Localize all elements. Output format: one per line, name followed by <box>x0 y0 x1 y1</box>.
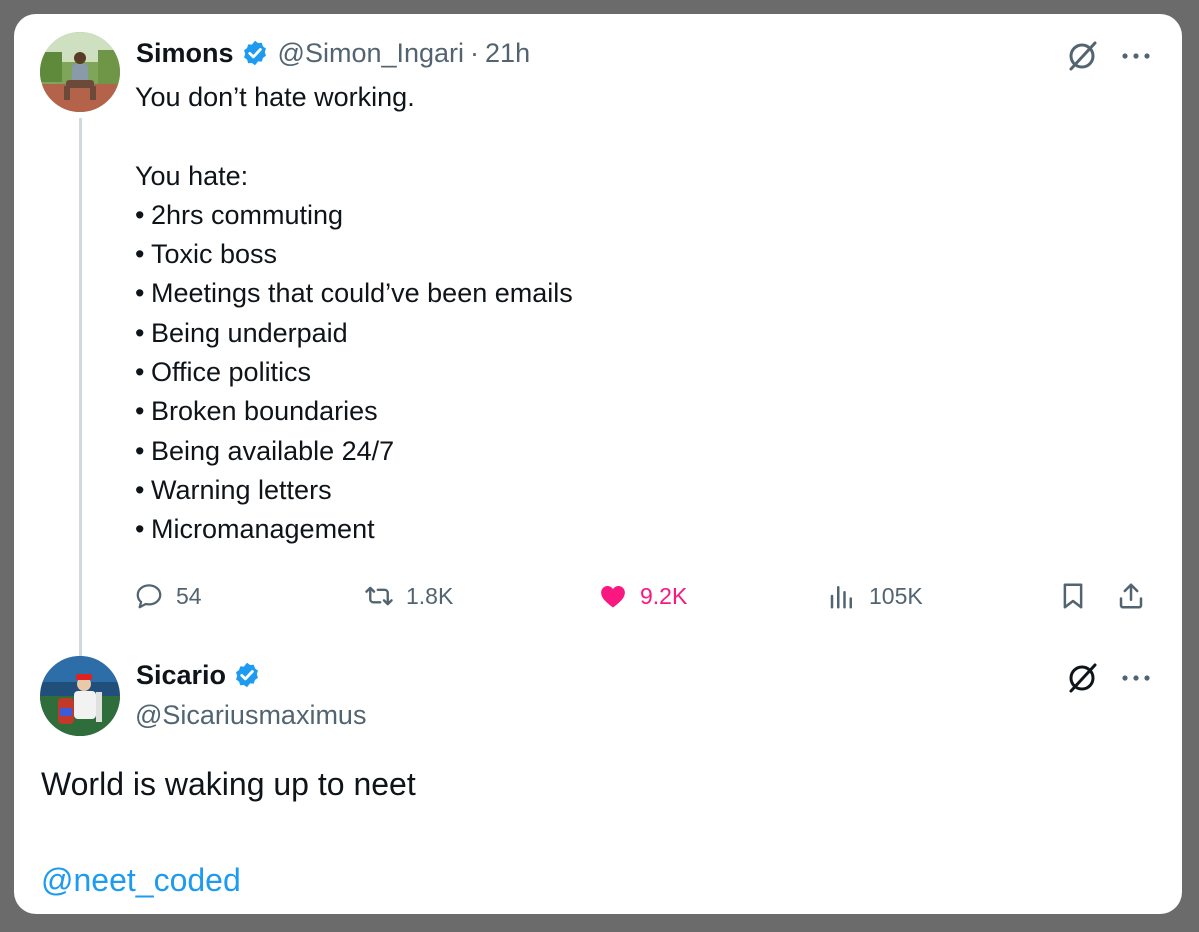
more-icon[interactable] <box>1116 36 1156 76</box>
tweet-header: Sicario <box>136 656 261 694</box>
tweet-card: Simons @Simon_Ingari · 21h You don’t hat… <box>14 14 1182 914</box>
avatar[interactable] <box>40 32 120 112</box>
reply-button[interactable]: 54 <box>134 576 202 616</box>
list-item: • Being underpaid <box>135 317 348 348</box>
like-count: 9.2K <box>640 582 688 609</box>
repost-count: 1.8K <box>406 582 454 609</box>
tweet-text: World is waking up to neet <box>41 766 416 802</box>
timestamp[interactable]: 21h <box>485 38 530 69</box>
repost-icon <box>365 586 393 606</box>
list-item: • Toxic boss <box>135 239 278 270</box>
like-button[interactable]: 9.2K <box>598 576 687 616</box>
mention-link[interactable]: @neet_coded <box>41 862 241 899</box>
list-item: • Being available 24/7 <box>135 435 395 466</box>
list-item: • Meetings that could’ve been emails <box>135 278 573 309</box>
handle[interactable]: @Sicariusmaximus <box>135 700 366 731</box>
verified-badge-icon <box>243 40 266 66</box>
verified-badge-icon <box>236 662 259 688</box>
list-item: • 2hrs commuting <box>135 199 344 230</box>
grok-icon[interactable] <box>1062 36 1102 76</box>
display-name[interactable]: Simons <box>136 38 234 69</box>
share-button[interactable] <box>1116 576 1158 616</box>
thread-line <box>79 118 82 662</box>
tweet-header: Simons @Simon_Ingari · 21h <box>136 34 530 72</box>
share-icon <box>1119 583 1143 609</box>
list-item: • Warning letters <box>135 474 332 505</box>
heart-icon <box>601 586 625 608</box>
more-icon[interactable] <box>1116 658 1156 698</box>
reply-count: 54 <box>176 582 202 609</box>
repost-button[interactable]: 1.8K <box>364 576 453 616</box>
tweet-text: You don’t hate working. You hate: • 2hrs … <box>135 78 573 550</box>
bookmark-button[interactable] <box>1058 576 1100 616</box>
grok-icon[interactable] <box>1062 658 1102 698</box>
handle-row: @Sicariusmaximus <box>135 696 366 734</box>
reply-icon <box>136 584 162 609</box>
list-item: • Micromanagement <box>135 514 375 545</box>
bookmark-icon <box>1063 583 1083 609</box>
list-item: • Office politics <box>135 357 312 388</box>
avatar[interactable] <box>40 656 120 736</box>
views-count: 105K <box>869 582 923 609</box>
separator: · <box>470 37 480 68</box>
display-name[interactable]: Sicario <box>136 660 226 691</box>
views-icon <box>830 586 852 609</box>
list-item: • Broken boundaries <box>135 396 378 427</box>
views-button[interactable]: 105K <box>827 576 923 616</box>
tweet-lead: You hate: <box>135 160 249 191</box>
tweet-actions: 54 1.8K 9.2K 105K <box>134 576 1164 616</box>
tweet-intro: You don’t hate working. <box>135 82 415 112</box>
handle[interactable]: @Simon_Ingari <box>278 38 465 69</box>
